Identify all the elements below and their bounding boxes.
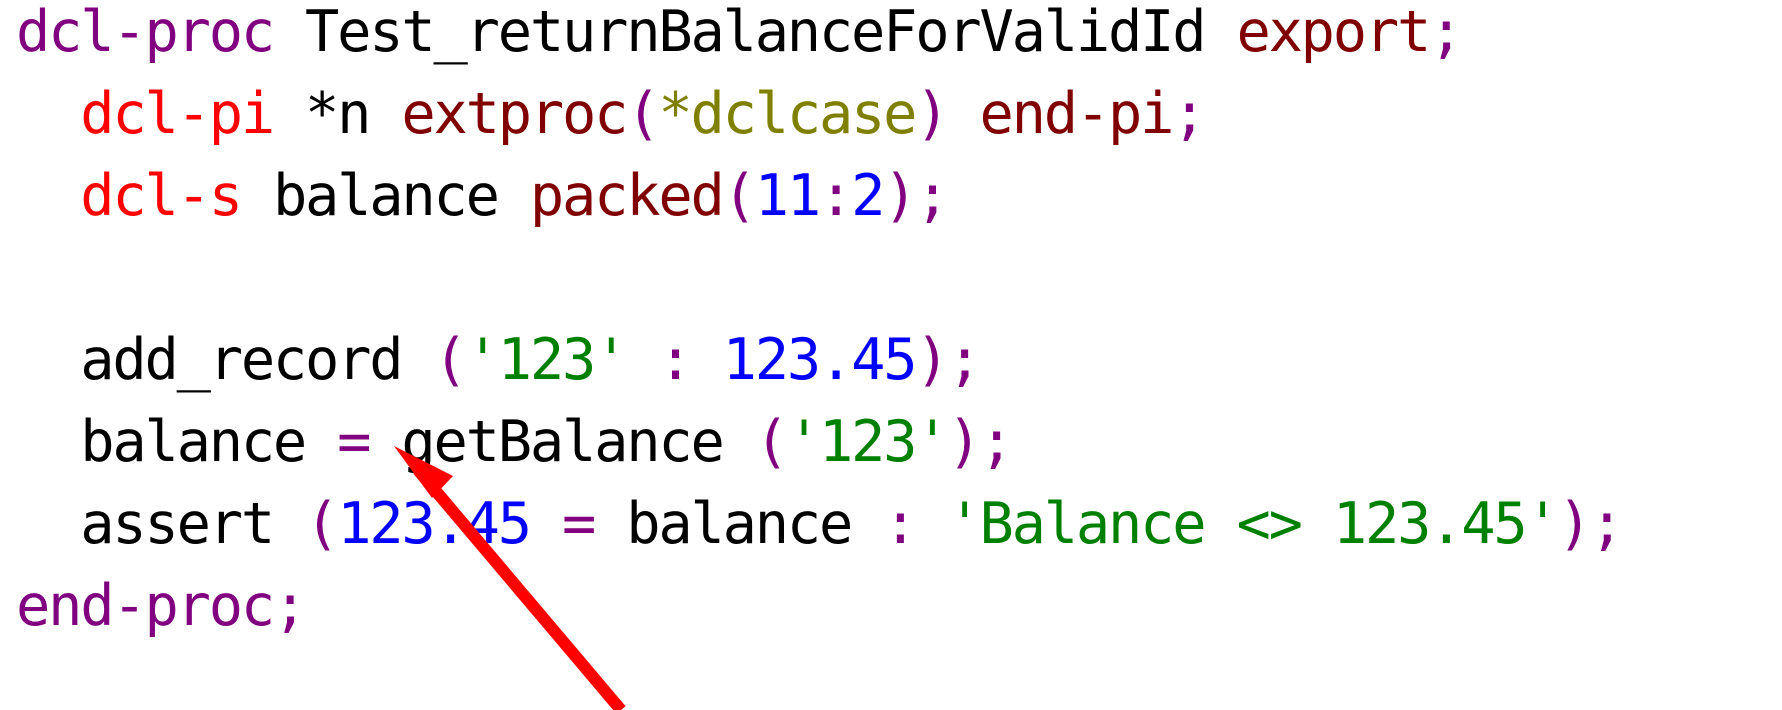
semicolon: ; [1429,0,1463,65]
assert-message-string: 'Balance <> 123.45' [947,491,1559,557]
code-line-dcl-proc: dcl-proc Test_returnBalanceForValidId ex… [16,0,1463,72]
code-line-dcl-s: dcl-s balance packed(11:2); [16,156,949,236]
procedure-call-add-record: add_record [80,327,434,393]
open-paren: ( [626,81,660,147]
keyword-dcl-s: dcl-s [80,163,243,229]
keyword-end-pi: end-pi [979,81,1175,147]
open-paren: ( [722,163,757,229]
keyword-extproc: extproc [401,81,628,147]
semicolon: ; [979,409,1014,475]
close-paren: ) [915,327,949,393]
number-literal: 123.45 [337,491,532,557]
string-literal: '123' [786,409,950,475]
code-line-get-balance: balance = getBalance ('123'); [16,402,1014,482]
code-line-assert: assert (123.45 = balance : 'Balance <> 1… [16,484,1624,564]
keyword-end-proc: end-proc [16,573,275,639]
close-paren: ) [1557,491,1592,557]
argument-separator: : [851,491,948,557]
number-literal: 123.45 [722,327,918,393]
semicolon: ; [947,327,981,393]
variable-name: balance [240,163,530,229]
semicolon: ; [1589,491,1624,557]
close-paren: ) [947,409,981,475]
comparison-operator: = [529,491,627,557]
code-line-dcl-pi: dcl-pi *n extproc(*dclcase) end-pi; [16,74,1206,154]
variable-balance: balance [626,491,853,557]
open-paren: ( [433,327,468,393]
number-decimals: 2 [851,163,885,229]
semicolon: ; [915,163,949,229]
close-paren: ) [883,163,917,229]
open-paren: ( [305,491,339,557]
keyword-dcl-proc: dcl-proc [16,0,275,65]
procedure-call-get-balance: getBalance [369,409,755,475]
variable-balance: balance [80,409,338,475]
procedure-call-assert: assert [80,491,306,557]
assignment-operator: = [337,409,371,475]
semicolon: ; [272,573,307,639]
colon: : [818,163,853,229]
number-digits: 11 [754,163,821,229]
parameter-name: *n [272,81,402,147]
argument-separator: : [626,327,723,393]
string-literal: '123' [465,327,629,393]
keyword-packed: packed [529,163,725,229]
keyword-dcl-pi: dcl-pi [80,81,275,147]
code-editor-view: dcl-proc Test_returnBalanceForValidId ex… [0,0,1782,710]
code-line-end-proc: end-proc; [16,566,307,646]
semicolon: ; [1172,81,1206,147]
special-value-dclcase: *dclcase [658,81,917,147]
keyword-export: export [1236,0,1431,65]
code-line-add-record: add_record ('123' : 123.45); [16,320,982,400]
procedure-name: Test_returnBalanceForValidId [272,0,1237,65]
open-paren: ( [754,409,789,475]
close-paren: ) [915,81,949,147]
